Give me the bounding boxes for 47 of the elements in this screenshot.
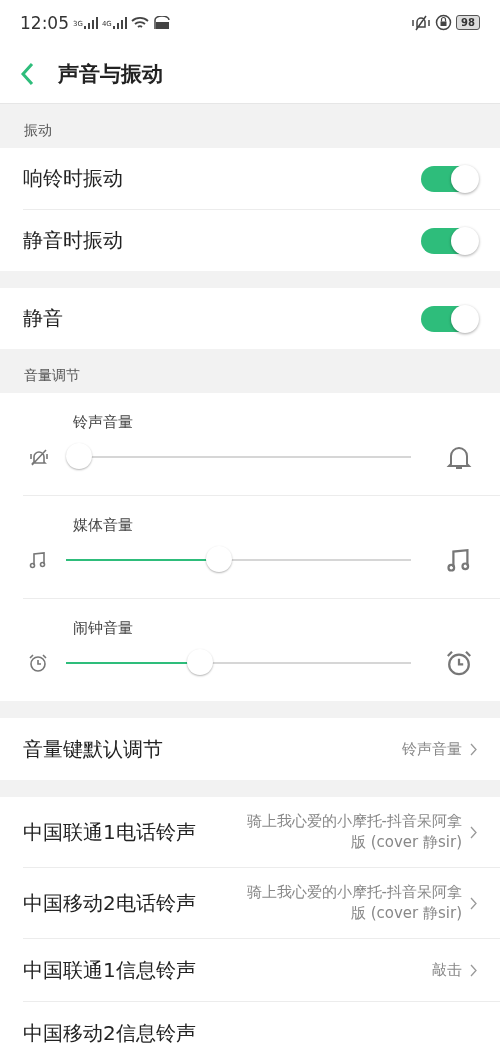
slider-thumb[interactable] <box>66 443 92 469</box>
slider-label: 闹钟音量 <box>73 619 134 638</box>
setting-label: 中国联通1电话铃声 <box>23 818 197 846</box>
chevron-right-icon <box>470 742 477 756</box>
alarm-clock-icon <box>28 653 48 673</box>
settings-row[interactable]: 中国移动2信息铃声 <box>23 1001 500 1056</box>
setting-label: 静音时振动 <box>23 227 124 254</box>
slider-thumb[interactable] <box>206 546 233 572</box>
battery-level: 98 <box>456 15 480 30</box>
setting-value: 敲击 <box>432 959 462 981</box>
toggle-switch[interactable] <box>421 227 477 254</box>
back-button[interactable] <box>20 62 34 86</box>
setting-label: 中国联通1信息铃声 <box>23 956 197 984</box>
setting-label: 静音 <box>23 305 64 332</box>
slider-label: 媒体音量 <box>73 516 134 535</box>
volume-slider[interactable] <box>64 649 413 677</box>
music-note-icon <box>28 550 48 570</box>
setting-label: 音量键默认调节 <box>23 735 164 763</box>
signal-icon <box>112 16 127 29</box>
slider-thumb[interactable] <box>186 649 213 675</box>
setting-label: 中国移动2信息铃声 <box>23 1019 197 1047</box>
volume-slider[interactable] <box>66 443 413 471</box>
slider-label: 铃声音量 <box>73 413 134 432</box>
chevron-right-icon <box>470 896 477 910</box>
clock: 12:05 <box>20 12 69 33</box>
chevron-right-icon <box>470 963 477 977</box>
setting-value: 铃声音量 <box>402 738 462 760</box>
rotation-lock-icon <box>435 14 453 31</box>
settings-row[interactable]: 音量键默认调节 铃声音量 <box>0 718 500 780</box>
signal-icon <box>83 16 98 29</box>
setting-label: 中国移动2电话铃声 <box>23 889 197 917</box>
setting-label: 响铃时振动 <box>23 165 124 192</box>
settings-row[interactable]: 中国联通1电话铃声 骑上我心爱的小摩托-抖音呆阿拿版 (cover 静sir) <box>0 797 500 867</box>
alarm-clock-icon <box>445 649 473 677</box>
chevron-right-icon <box>470 825 477 839</box>
toggle-switch[interactable] <box>421 305 477 332</box>
page-title: 声音与振动 <box>58 61 163 88</box>
volume-slider[interactable] <box>64 546 413 574</box>
section-header: 振动 <box>24 122 52 140</box>
toggle-switch[interactable] <box>421 165 477 192</box>
settings-row[interactable]: 中国联通1信息铃声 敲击 <box>23 938 500 1001</box>
setting-value: 骑上我心爱的小摩托-抖音呆阿拿版 (cover 静sir) <box>245 811 462 853</box>
section-header: 音量调节 <box>24 367 80 385</box>
wifi-icon <box>130 15 149 30</box>
setting-value: 骑上我心爱的小摩托-抖音呆阿拿版 (cover 静sir) <box>245 882 462 924</box>
settings-row[interactable]: 中国移动2电话铃声 骑上我心爱的小摩托-抖音呆阿拿版 (cover 静sir) <box>23 867 500 938</box>
vibrate-icon <box>411 14 432 31</box>
